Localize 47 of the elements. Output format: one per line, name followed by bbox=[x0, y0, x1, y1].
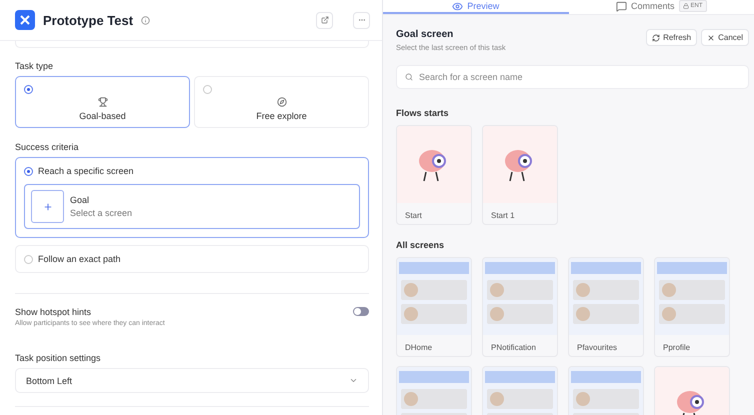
toggle-switch[interactable] bbox=[353, 307, 369, 316]
section-title: All screens bbox=[396, 240, 446, 250]
panel-title: Goal screen bbox=[396, 29, 454, 40]
section-label: Task type bbox=[15, 61, 54, 71]
tab[interactable]: Preview bbox=[383, 0, 568, 14]
lock-icon bbox=[682, 3, 688, 9]
trophy-icon bbox=[98, 97, 108, 107]
compass-icon bbox=[276, 97, 286, 107]
page-title: Prototype Test bbox=[43, 12, 134, 28]
task-type-option[interactable]: Goal-based bbox=[15, 76, 190, 128]
radio-button[interactable] bbox=[24, 166, 33, 176]
plus-icon bbox=[42, 202, 52, 212]
info-icon bbox=[141, 16, 150, 24]
app-logo bbox=[15, 10, 35, 30]
refresh-icon bbox=[652, 34, 660, 42]
search-field[interactable]: Search for a screen name bbox=[396, 65, 749, 89]
open-external-button[interactable] bbox=[316, 12, 333, 28]
more-button[interactable] bbox=[353, 12, 370, 28]
option-label: Reach a specific screen bbox=[38, 166, 134, 176]
radio-button[interactable] bbox=[24, 85, 33, 94]
add-button[interactable] bbox=[31, 190, 64, 223]
goal-subtitle: Select a screen bbox=[70, 208, 132, 218]
comment-icon bbox=[616, 0, 627, 12]
screen-card[interactable]: Pprofile bbox=[654, 257, 730, 357]
screen-card[interactable]: Start 1 bbox=[482, 125, 558, 225]
section-label: Task position settings bbox=[15, 353, 102, 363]
close-icon bbox=[707, 34, 716, 42]
eye-icon bbox=[452, 0, 464, 12]
search-icon bbox=[405, 73, 413, 81]
refresh-button[interactable]: Refresh bbox=[646, 29, 698, 46]
cancel-button[interactable]: Cancel bbox=[701, 29, 749, 46]
goal-selector[interactable]: Goal Select a screen bbox=[24, 184, 360, 229]
position-dropdown[interactable]: Bottom Left bbox=[15, 368, 369, 393]
goal-title: Goal bbox=[70, 195, 90, 205]
radio-button[interactable] bbox=[203, 85, 212, 94]
radio-button[interactable] bbox=[24, 254, 33, 264]
screen-card[interactable]: DHome bbox=[396, 257, 472, 357]
external-link-icon bbox=[320, 16, 328, 24]
task-type-option[interactable]: Free explore bbox=[194, 76, 369, 128]
screen-card[interactable]: PNotification bbox=[482, 257, 558, 357]
screen-card[interactable]: Pfavourites bbox=[568, 257, 644, 357]
section-label: Success criteria bbox=[15, 142, 80, 152]
section-title: Flows starts bbox=[396, 108, 450, 118]
option-label: Follow an exact path bbox=[38, 254, 121, 264]
chevron-down-icon bbox=[349, 376, 358, 385]
screen-card[interactable]: Start bbox=[396, 125, 472, 225]
setting-label: Show hotspot hints bbox=[15, 307, 92, 317]
